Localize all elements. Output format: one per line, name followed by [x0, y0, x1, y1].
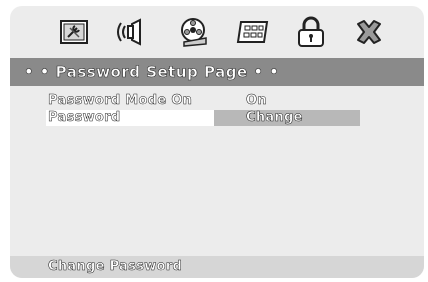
password-mode-label: Password Mode On — [48, 93, 193, 109]
audio-setup-icon[interactable] — [114, 14, 152, 50]
password-mode-value[interactable]: On — [214, 93, 360, 109]
help-text: Change Password — [48, 259, 183, 275]
page-title: • • Password Setup Page • • — [24, 63, 280, 82]
setup-menu-panel: • • Password Setup Page • • Password Mod… — [10, 6, 424, 278]
general-setup-icon[interactable] — [56, 14, 94, 50]
setup-tab-bar — [10, 6, 424, 58]
display-setup-icon[interactable] — [234, 14, 272, 50]
password-row[interactable]: Password Change — [46, 110, 386, 126]
password-mode-row[interactable]: Password Mode On On — [46, 93, 386, 109]
video-reel-icon[interactable] — [174, 14, 212, 50]
lock-icon[interactable] — [292, 14, 330, 50]
password-change-option[interactable]: Change — [214, 110, 360, 126]
page-header: • • Password Setup Page • • — [10, 58, 424, 86]
help-footer: Change Password — [10, 256, 424, 278]
password-label: Password — [46, 110, 214, 126]
exit-icon[interactable] — [350, 14, 388, 50]
